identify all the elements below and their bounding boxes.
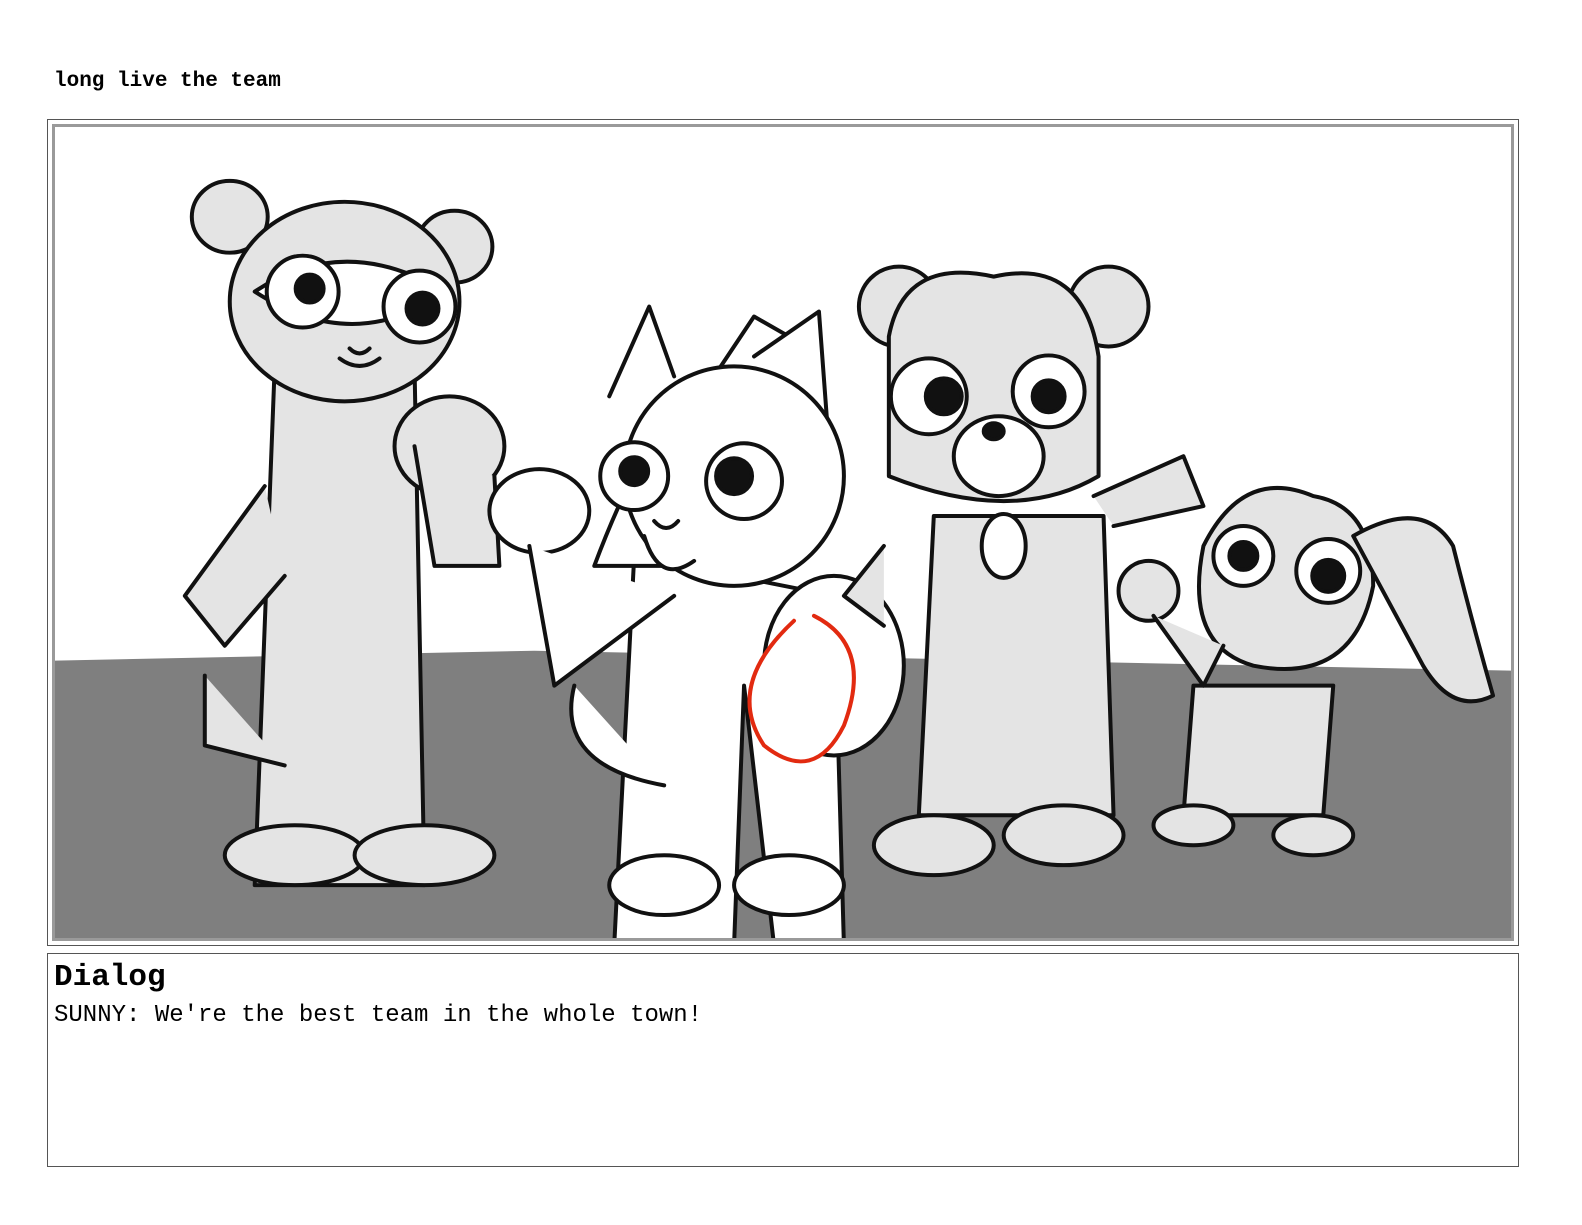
- storyboard-panel: [47, 119, 1519, 946]
- panel-frame: [52, 124, 1514, 941]
- dialog-box: Dialog SUNNY: We're the best team in the…: [47, 953, 1519, 1167]
- storyboard-illustration: [55, 178, 1511, 938]
- dialog-heading: Dialog: [54, 960, 166, 995]
- dialog-text: SUNNY: We're the best team in the whole …: [54, 1002, 703, 1029]
- page-title: long live the team: [54, 70, 281, 93]
